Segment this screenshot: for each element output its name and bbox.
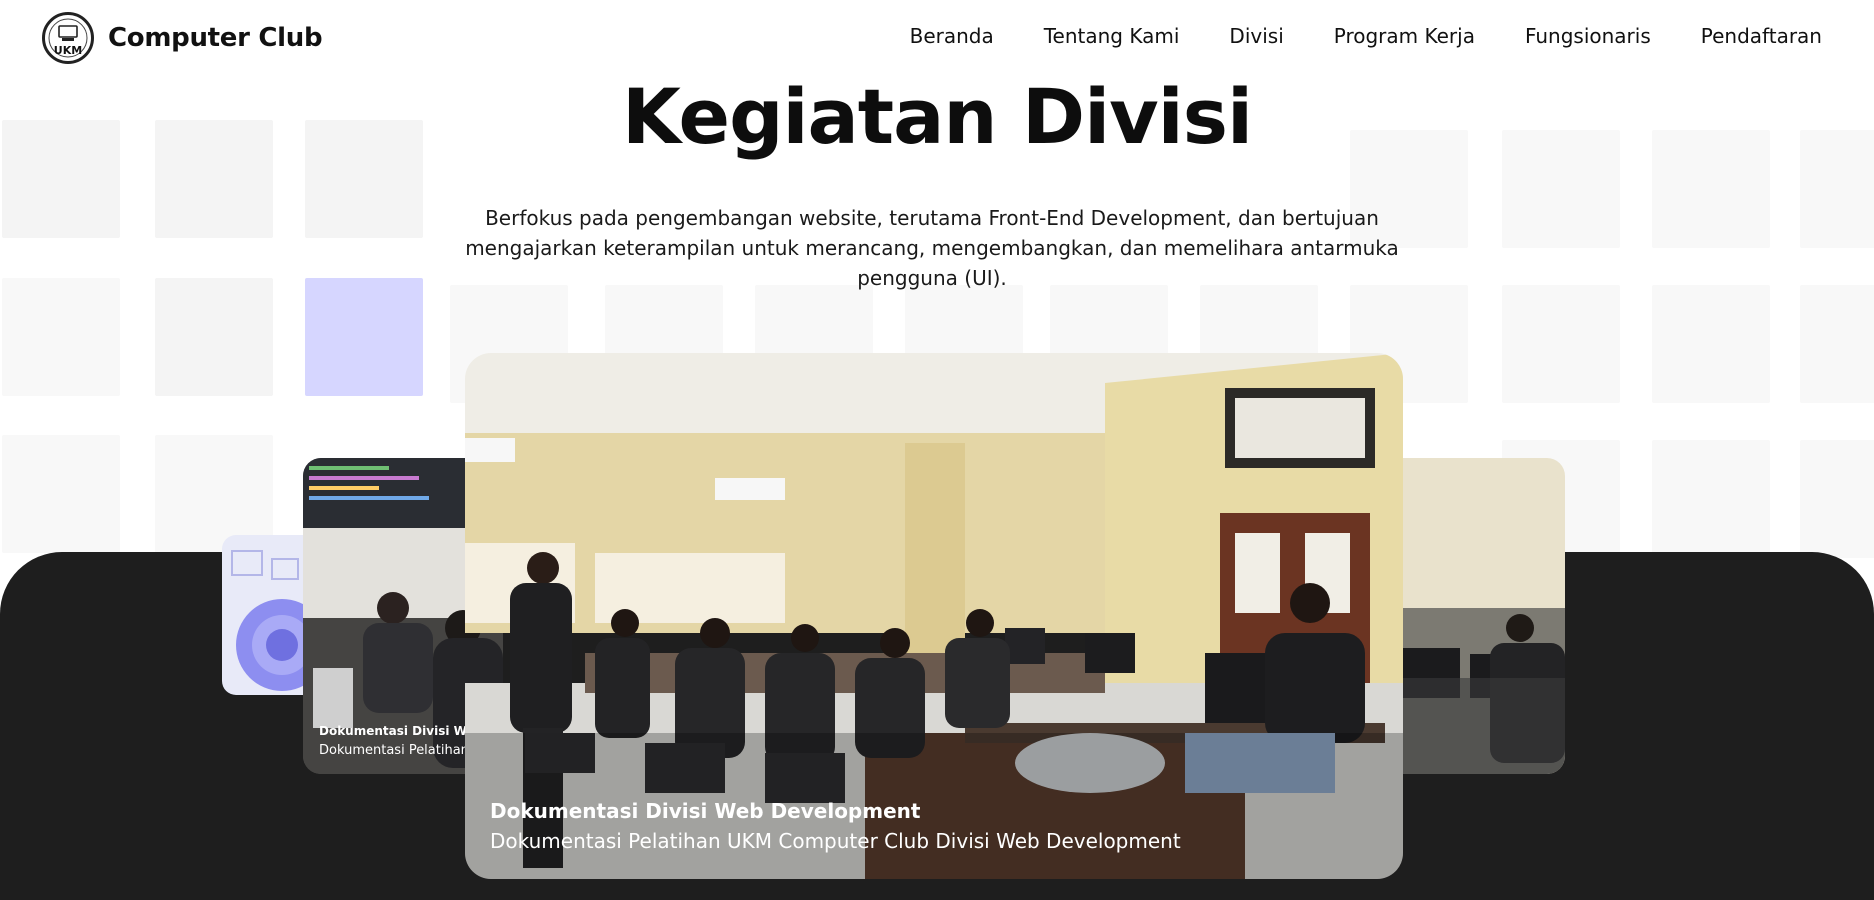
bg-tile bbox=[1652, 285, 1770, 403]
nav-item-beranda[interactable]: Beranda bbox=[910, 24, 994, 48]
logo-text: UKM bbox=[53, 44, 83, 57]
main-nav: Beranda Tentang Kami Divisi Program Kerj… bbox=[860, 24, 1822, 48]
navbar: UKM Computer Club Beranda Tentang Kami D… bbox=[0, 0, 1874, 78]
bg-tile bbox=[1800, 440, 1874, 558]
main-card-title: Dokumentasi Divisi Web Development bbox=[490, 799, 921, 823]
bg-tile bbox=[2, 435, 120, 553]
left-card-title: Dokumentasi Divisi Web bbox=[319, 724, 484, 738]
bg-tile bbox=[1502, 285, 1620, 403]
page-title: Kegiatan Divisi bbox=[621, 72, 1253, 161]
ukm-logo-icon: UKM bbox=[42, 12, 94, 64]
nav-item-pendaftaran[interactable]: Pendaftaran bbox=[1701, 24, 1822, 48]
bg-tile bbox=[1800, 285, 1874, 403]
nav-item-divisi[interactable]: Divisi bbox=[1229, 24, 1283, 48]
nav-item-program-kerja[interactable]: Program Kerja bbox=[1334, 24, 1475, 48]
bg-tile bbox=[155, 278, 273, 396]
nav-item-fungsionaris[interactable]: Fungsionaris bbox=[1525, 24, 1651, 48]
bg-tile bbox=[2, 278, 120, 396]
carousel-card-main[interactable]: Dokumentasi Divisi Web Development Dokum… bbox=[465, 353, 1403, 879]
left-card-subtitle: Dokumentasi Pelatihan U bbox=[319, 743, 483, 758]
nav-item-tentang-kami[interactable]: Tentang Kami bbox=[1044, 24, 1180, 48]
brand[interactable]: UKM Computer Club bbox=[42, 12, 323, 64]
page: UKM Computer Club Beranda Tentang Kami D… bbox=[0, 0, 1874, 900]
bg-tile bbox=[1652, 440, 1770, 558]
brand-name: Computer Club bbox=[108, 23, 323, 53]
division-description: Berfokus pada pengembangan website, teru… bbox=[465, 206, 1399, 290]
main-card-subtitle: Dokumentasi Pelatihan UKM Computer Club … bbox=[490, 829, 1181, 853]
bg-tile-accent bbox=[305, 278, 423, 396]
